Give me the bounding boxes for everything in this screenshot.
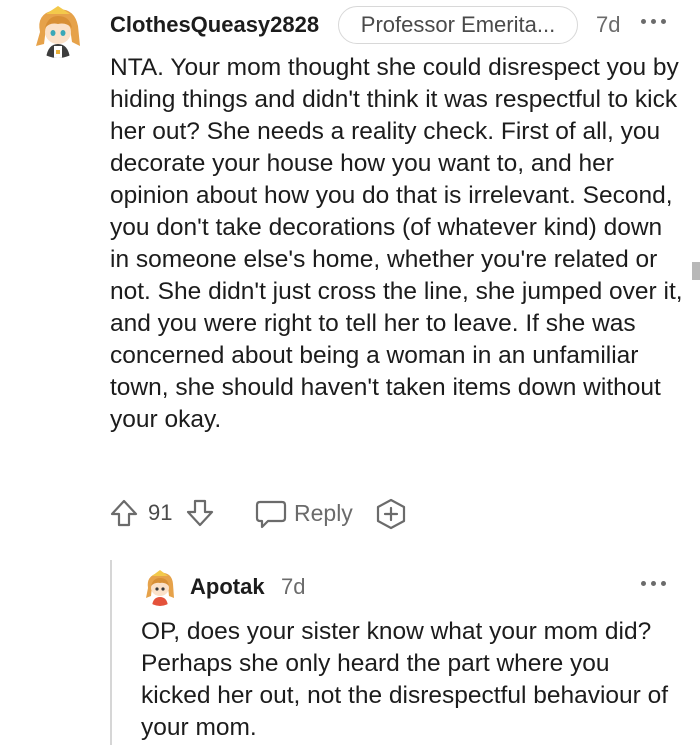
comment: ClothesQueasy2828 Professor Emerita... 7…	[0, 0, 700, 560]
reply-comment: Apotak 7d OP, does your sister know what…	[0, 560, 700, 745]
award-plus-icon[interactable]	[374, 497, 408, 531]
comment-body: OP, does your sister know what your mom …	[141, 618, 669, 741]
avatar[interactable]	[30, 2, 86, 58]
arrow-up-icon[interactable]	[108, 497, 140, 529]
username[interactable]: ClothesQueasy2828	[110, 12, 319, 38]
avatar[interactable]	[142, 568, 178, 606]
user-flair-badge: Professor Emerita...	[338, 6, 578, 44]
avatar-image	[142, 568, 178, 606]
vote-score: 91	[148, 500, 173, 525]
more-options-icon[interactable]	[641, 581, 667, 589]
more-options-icon[interactable]	[641, 19, 667, 27]
reply-button[interactable]: Reply	[294, 500, 353, 527]
arrow-down-icon[interactable]	[184, 497, 216, 529]
chat-bubble-icon[interactable]	[254, 498, 288, 530]
comment-age: 7d	[281, 574, 306, 599]
avatar-image	[30, 2, 86, 58]
username[interactable]: Apotak	[190, 574, 265, 600]
comment-body: NTA. Your mom thought she could disrespe…	[110, 54, 683, 433]
comment-age: 7d	[596, 12, 621, 37]
